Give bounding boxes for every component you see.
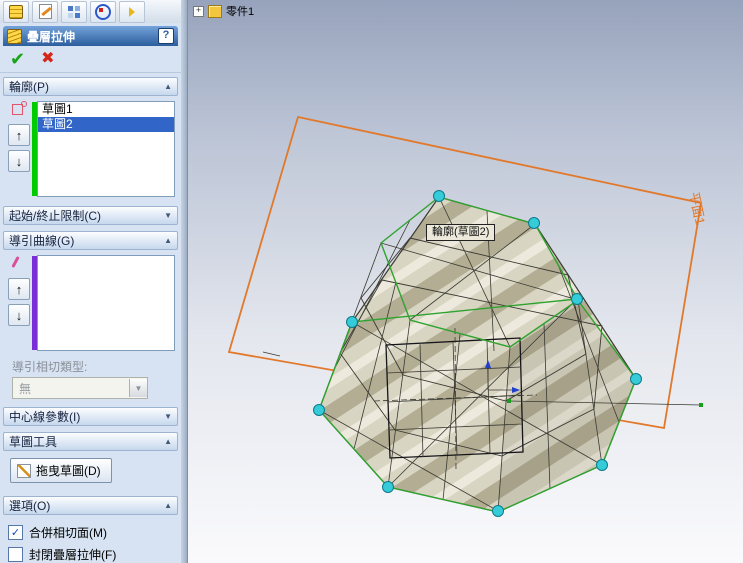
part-name[interactable]: 零件1 (226, 3, 254, 19)
sketch-edit-tab-button[interactable] (32, 0, 58, 23)
confirm-row: ✔ ✖ (0, 46, 181, 73)
list-item[interactable]: 草圖2 (38, 117, 174, 132)
profile-tooltip: 輪廓(草圖2) (426, 224, 496, 241)
loft-icon (7, 28, 22, 44)
move-guide-up-button[interactable]: ↑ (8, 278, 30, 300)
sketch-tools-title: 草圖工具 (9, 435, 58, 449)
drag-sketch-label: 拖曳草圖(D) (36, 464, 101, 478)
crosshair-target-icon (95, 3, 111, 20)
vertex-handle (313, 404, 325, 416)
list-item[interactable]: 草圖1 (38, 102, 174, 117)
left-column: 疊層拉伸 ? ✔ ✖ 輪廓(P) ▲ ↑ ↓ 草圖1 草圖2 起始/終止限制(C… (0, 0, 181, 563)
guide-curves-title: 導引曲線(G) (9, 234, 75, 248)
sketch-tools-body: 拖曳草圖(D) (0, 451, 181, 490)
chevron-up-icon: ▲ (164, 437, 172, 446)
section-header-guide-curves[interactable]: 導引曲線(G) ▲ (3, 231, 178, 250)
dropdown-arrow-icon[interactable]: ▼ (129, 379, 147, 397)
solidworks-window: { "icons": { "plus": "+", "help": "?", "… (0, 0, 743, 563)
features-tab-button[interactable] (3, 0, 29, 23)
propertymanager-title-bar: 疊層拉伸 ? (3, 26, 178, 46)
merge-tangent-checkbox[interactable]: ✓ (8, 525, 23, 540)
vertex-handle (528, 217, 540, 229)
configurations-icon (68, 5, 80, 18)
guide-curves-icon (11, 255, 27, 269)
guide-tangency-dropdown[interactable]: 無 ▼ (12, 377, 148, 399)
guide-controls: ↑ ↓ (6, 255, 32, 351)
profiles-title: 輪廓(P) (9, 80, 49, 94)
guide-curves-listbox[interactable] (37, 255, 175, 351)
start-end-title: 起始/終止限制(C) (9, 209, 101, 223)
profiles-controls: ↑ ↓ (6, 101, 32, 197)
feature-tree-root: + 零件1 (193, 3, 254, 19)
move-profile-down-button[interactable]: ↓ (8, 150, 30, 172)
profiles-listbox[interactable]: 草圖1 草圖2 (37, 101, 175, 197)
yellow-arrow-icon (129, 6, 135, 17)
section-header-start-end[interactable]: 起始/終止限制(C) ▼ (3, 206, 178, 225)
guide-tangency-value: 無 (19, 381, 32, 396)
profiles-icon (11, 101, 27, 115)
options-title: 選項(O) (9, 499, 51, 513)
3d-scene[interactable] (188, 0, 743, 563)
part-icon (208, 4, 222, 18)
graphics-viewport[interactable]: + 零件1 輪廓(草圖2) 平面1 (188, 0, 743, 563)
merge-tangent-label: 合併相切面(M) (29, 526, 107, 540)
vertex-handle (596, 459, 608, 471)
guide-curves-body: ↑ ↓ (0, 250, 181, 354)
help-button[interactable]: ? (158, 28, 174, 44)
ok-button[interactable]: ✔ (10, 49, 25, 69)
profiles-body: ↑ ↓ 草圖1 草圖2 (0, 96, 181, 200)
chevron-up-icon: ▲ (164, 82, 172, 91)
vertex-handle (571, 293, 583, 305)
drag-sketch-button[interactable]: 拖曳草圖(D) (10, 458, 112, 483)
section-header-centerline[interactable]: 中心線參數(I) ▼ (3, 407, 178, 426)
loft-feature-icon (9, 4, 23, 19)
section-header-options[interactable]: 選項(O) ▲ (3, 496, 178, 515)
panel-splitter[interactable] (181, 0, 188, 563)
move-guide-down-button[interactable]: ↓ (8, 304, 30, 326)
vertex-handle (433, 190, 445, 202)
tree-expand-button[interactable]: + (193, 5, 204, 17)
close-loft-checkbox[interactable] (8, 547, 23, 562)
arrow-tab-button[interactable] (119, 0, 145, 23)
section-header-profiles[interactable]: 輪廓(P) ▲ (3, 77, 178, 96)
drag-sketch-icon (17, 463, 31, 478)
vertex-handle (346, 316, 358, 328)
vertex-handle (382, 481, 394, 493)
configurations-tab-button[interactable] (61, 0, 87, 23)
guide-tangency-label: 導引相切類型: (12, 360, 88, 374)
options-body: ✓ 合併相切面(M) 封閉疊層拉伸(F) (0, 515, 181, 563)
section-header-sketch-tools[interactable]: 草圖工具 ▲ (3, 432, 178, 451)
merge-tangent-row: ✓ 合併相切面(M) (8, 524, 173, 541)
chevron-up-icon: ▲ (164, 501, 172, 510)
vertex-handle (492, 505, 504, 517)
target-tab-button[interactable] (90, 0, 116, 23)
close-loft-row: 封閉疊層拉伸(F) (8, 546, 173, 563)
chevron-up-icon: ▲ (164, 236, 172, 245)
loft-propertymanager: 疊層拉伸 ? ✔ ✖ 輪廓(P) ▲ ↑ ↓ 草圖1 草圖2 起始/終止限制(C… (0, 23, 181, 563)
propertymanager-tab-bar (0, 0, 181, 24)
chevron-down-icon: ▼ (164, 412, 172, 421)
move-profile-up-button[interactable]: ↑ (8, 124, 30, 146)
sketch-pencil-icon (38, 4, 52, 19)
chevron-down-icon: ▼ (164, 211, 172, 220)
centerline-title: 中心線參數(I) (9, 410, 81, 424)
cancel-button[interactable]: ✖ (41, 49, 54, 69)
close-loft-label: 封閉疊層拉伸(F) (29, 548, 117, 562)
panel-title: 疊層拉伸 (27, 29, 76, 44)
vertex-handle (630, 373, 642, 385)
